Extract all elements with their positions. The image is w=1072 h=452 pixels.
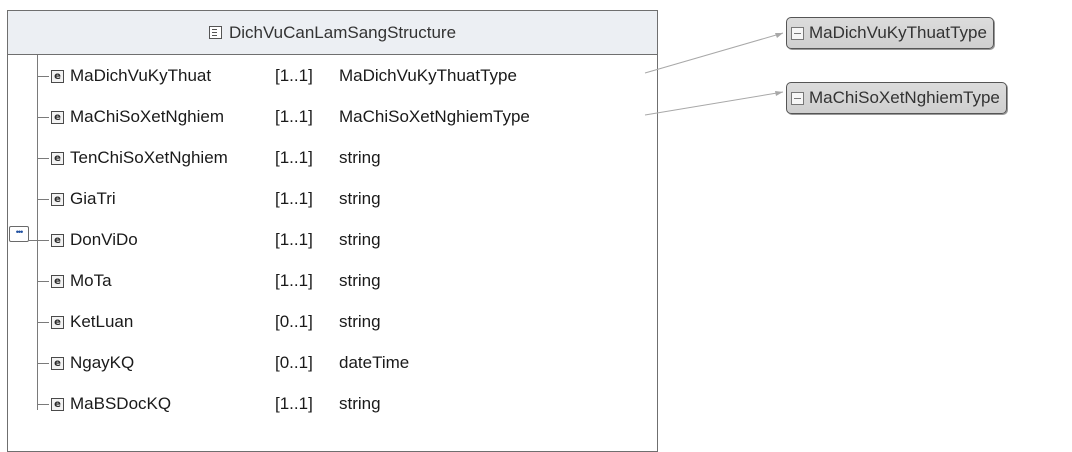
type-box-label: MaDichVuKyThuatType bbox=[809, 23, 987, 42]
type-box-label: MaChiSoXetNghiemType bbox=[809, 88, 1000, 107]
type-reference-links bbox=[644, 32, 784, 116]
type-link-line bbox=[644, 91, 784, 116]
type-link-line bbox=[644, 32, 784, 74]
type-box[interactable]: MaDichVuKyThuatType bbox=[786, 17, 994, 49]
type-box[interactable]: MaChiSoXetNghiemType bbox=[786, 82, 1007, 114]
simple-type-icon bbox=[791, 91, 804, 105]
type-link-arrow bbox=[775, 33, 783, 38]
simple-type-icon bbox=[791, 26, 804, 40]
